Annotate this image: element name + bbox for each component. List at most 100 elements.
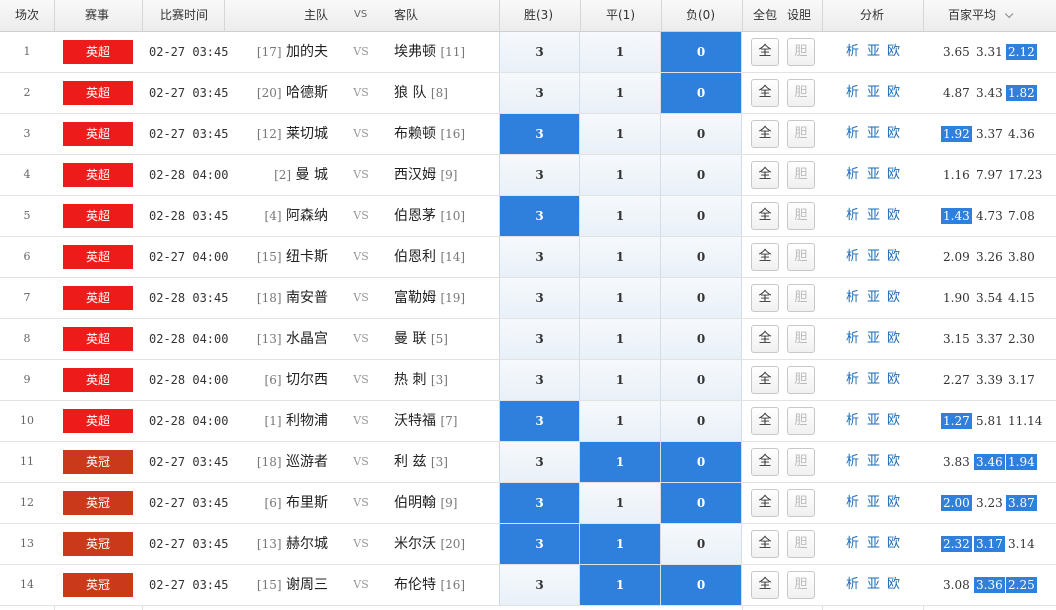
analysis-link[interactable]: 析 [846,483,859,523]
away-team[interactable]: 伯恩茅 [10] [394,196,498,236]
league-badge[interactable]: 英超 [63,368,133,392]
asian-odds-link[interactable]: 亚 [867,278,880,318]
asian-odds-link[interactable]: 亚 [867,155,880,195]
away-team[interactable]: 布伦特 [16] [394,565,498,605]
option-loss-button[interactable]: 0 [661,401,742,441]
home-team[interactable]: [20] 哈德斯 [232,73,328,113]
select-all-button[interactable]: 全 [751,120,779,148]
option-draw-button[interactable]: 1 [580,278,661,318]
option-win-button[interactable]: 3 [499,278,580,318]
asian-odds-link[interactable]: 亚 [867,319,880,359]
asian-odds-link[interactable]: 亚 [867,442,880,482]
analysis-link[interactable]: 析 [846,565,859,605]
home-team[interactable]: [15] 纽卡斯 [232,237,328,277]
analysis-link[interactable]: 析 [846,442,859,482]
euro-odds-link[interactable]: 欧 [887,196,900,236]
league-badge[interactable]: 英超 [63,122,133,146]
option-win-button[interactable]: 3 [499,237,580,277]
set-banker-button[interactable]: 胆 [787,202,815,230]
euro-odds-link[interactable]: 欧 [887,114,900,154]
away-team[interactable]: 伯恩利 [14] [394,237,498,277]
analysis-link[interactable]: 析 [846,155,859,195]
euro-odds-link[interactable]: 欧 [887,442,900,482]
option-draw-button[interactable]: 1 [580,401,661,441]
option-draw-button[interactable]: 1 [580,483,661,523]
home-team[interactable]: [4] 阿森纳 [232,196,328,236]
away-team[interactable]: 布赖顿 [16] [394,114,498,154]
header-avg-sort[interactable]: 百家平均 [948,0,1014,32]
select-all-button[interactable]: 全 [751,284,779,312]
away-team[interactable]: 利 兹 [3] [394,442,498,482]
set-banker-button[interactable]: 胆 [787,120,815,148]
analysis-link[interactable]: 析 [846,319,859,359]
home-team[interactable]: [6] 切尔西 [232,360,328,400]
league-badge[interactable]: 英超 [63,163,133,187]
home-team[interactable]: [18] 南安普 [232,278,328,318]
home-team[interactable]: [17] 加的夫 [232,32,328,72]
option-win-button[interactable]: 3 [499,442,580,482]
euro-odds-link[interactable]: 欧 [887,155,900,195]
option-loss-button[interactable]: 0 [661,237,742,277]
option-win-button[interactable]: 3 [499,524,580,564]
select-all-button[interactable]: 全 [751,571,779,599]
away-team[interactable]: 伯明翰 [9] [394,483,498,523]
option-draw-button[interactable]: 1 [580,524,661,564]
select-all-button[interactable]: 全 [751,38,779,66]
home-team[interactable]: [2] 曼 城 [232,155,328,195]
option-win-button[interactable]: 3 [499,114,580,154]
option-win-button[interactable]: 3 [499,401,580,441]
euro-odds-link[interactable]: 欧 [887,278,900,318]
away-team[interactable]: 西汉姆 [9] [394,155,498,195]
analysis-link[interactable]: 析 [846,278,859,318]
select-all-button[interactable]: 全 [751,243,779,271]
option-loss-button[interactable]: 0 [661,196,742,236]
analysis-link[interactable]: 析 [846,196,859,236]
select-all-button[interactable]: 全 [751,161,779,189]
analysis-link[interactable]: 析 [846,73,859,113]
league-badge[interactable]: 英超 [63,40,133,64]
set-banker-button[interactable]: 胆 [787,407,815,435]
option-draw-button[interactable]: 1 [580,319,661,359]
analysis-link[interactable]: 析 [846,237,859,277]
league-badge[interactable]: 英冠 [63,573,133,597]
euro-odds-link[interactable]: 欧 [887,237,900,277]
euro-odds-link[interactable]: 欧 [887,401,900,441]
set-banker-button[interactable]: 胆 [787,243,815,271]
select-all-button[interactable]: 全 [751,325,779,353]
select-all-button[interactable]: 全 [751,407,779,435]
home-team[interactable]: [13] 赫尔城 [232,524,328,564]
set-banker-button[interactable]: 胆 [787,448,815,476]
option-draw-button[interactable]: 1 [580,442,661,482]
set-banker-button[interactable]: 胆 [787,284,815,312]
euro-odds-link[interactable]: 欧 [887,32,900,72]
away-team[interactable]: 富勒姆 [19] [394,278,498,318]
option-loss-button[interactable]: 0 [661,32,742,72]
option-draw-button[interactable]: 1 [580,237,661,277]
analysis-link[interactable]: 析 [846,32,859,72]
asian-odds-link[interactable]: 亚 [867,565,880,605]
away-team[interactable]: 曼 联 [5] [394,319,498,359]
option-loss-button[interactable]: 0 [661,442,742,482]
home-team[interactable]: [18] 巡游者 [232,442,328,482]
set-banker-button[interactable]: 胆 [787,530,815,558]
league-badge[interactable]: 英冠 [63,491,133,515]
euro-odds-link[interactable]: 欧 [887,319,900,359]
league-badge[interactable]: 英超 [63,286,133,310]
option-win-button[interactable]: 3 [499,155,580,195]
set-banker-button[interactable]: 胆 [787,79,815,107]
option-draw-button[interactable]: 1 [580,73,661,113]
set-banker-button[interactable]: 胆 [787,571,815,599]
set-banker-button[interactable]: 胆 [787,325,815,353]
option-draw-button[interactable]: 1 [580,565,661,605]
euro-odds-link[interactable]: 欧 [887,483,900,523]
option-win-button[interactable]: 3 [499,73,580,113]
home-team[interactable]: [1] 利物浦 [232,401,328,441]
asian-odds-link[interactable]: 亚 [867,483,880,523]
away-team[interactable]: 热 刺 [3] [394,360,498,400]
option-loss-button[interactable]: 0 [661,565,742,605]
home-team[interactable]: [12] 莱切城 [232,114,328,154]
asian-odds-link[interactable]: 亚 [867,114,880,154]
select-all-button[interactable]: 全 [751,366,779,394]
option-loss-button[interactable]: 0 [661,155,742,195]
select-all-button[interactable]: 全 [751,202,779,230]
